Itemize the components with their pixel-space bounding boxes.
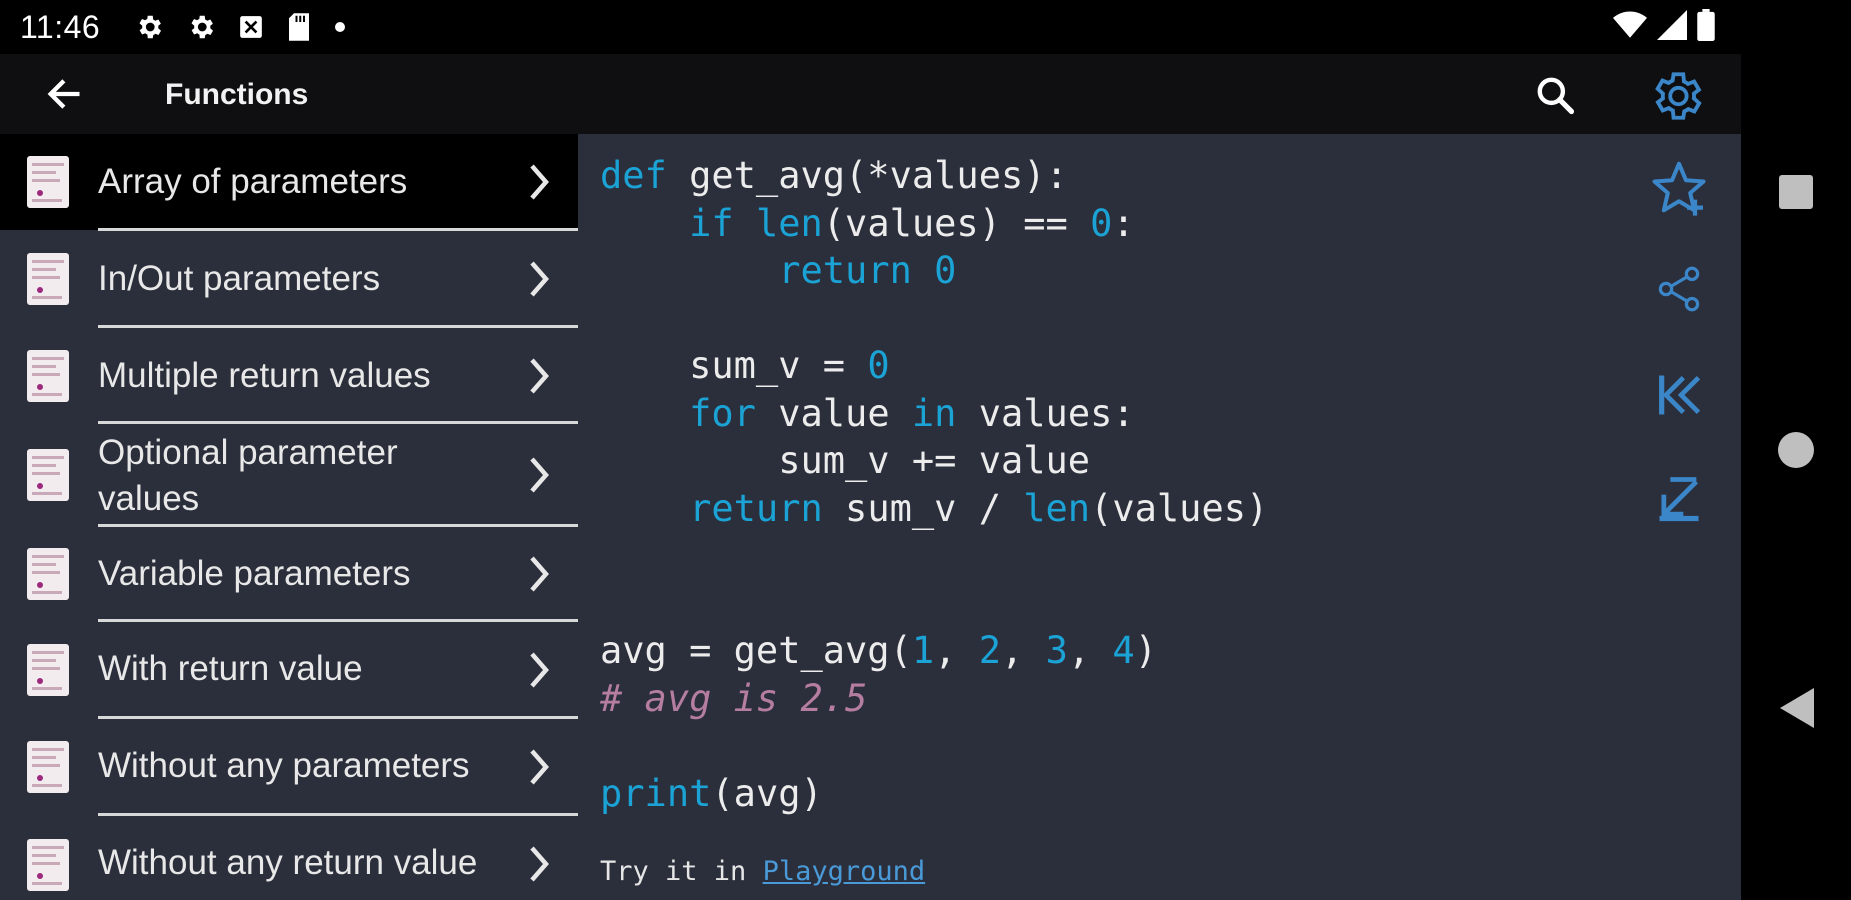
code-file-icon <box>27 156 69 208</box>
circle-icon <box>1778 432 1814 468</box>
status-time: 11:46 <box>20 8 101 45</box>
gear-icon <box>134 12 164 42</box>
code-file-icon <box>27 548 69 600</box>
star-add-icon <box>1652 161 1706 216</box>
back-nav-button[interactable] <box>1741 668 1851 748</box>
chevron-right-icon <box>530 749 549 785</box>
go-first-button[interactable] <box>1640 356 1718 434</box>
list-item-without-any-return-value[interactable]: Without any return value <box>0 816 578 900</box>
list-item-with-return-value[interactable]: With return value <box>0 622 578 718</box>
recents-button[interactable] <box>1741 152 1851 232</box>
list-item-optional-parameter-values[interactable]: Optional parameter values <box>0 424 578 526</box>
gear-icon <box>1655 72 1702 120</box>
list-item-label: Multiple return values <box>98 356 431 395</box>
system-nav-bar <box>1741 0 1851 900</box>
share-button[interactable] <box>1640 250 1718 328</box>
status-bar: 11:46 <box>0 0 1741 54</box>
chevron-right-icon <box>530 164 549 200</box>
list-item-label: In/Out parameters <box>98 259 381 298</box>
code-file-icon <box>27 839 69 891</box>
favorite-button[interactable] <box>1640 150 1718 228</box>
list-item-variable-parameters[interactable]: Variable parameters <box>0 527 578 621</box>
chevron-right-icon <box>530 261 549 297</box>
sd-card-icon <box>286 12 312 42</box>
list-item-without-any-parameters[interactable]: Without any parameters <box>0 719 578 815</box>
chevron-right-icon <box>530 457 549 493</box>
dot-icon <box>334 21 346 33</box>
topic-list: Array of parameters In/Out parameters Mu… <box>0 134 578 900</box>
code-file-icon <box>27 253 69 305</box>
notification-icons <box>134 12 346 42</box>
app-bar: Functions <box>0 54 1741 134</box>
skip-first-icon <box>1659 375 1701 415</box>
wifi-icon <box>1613 10 1647 45</box>
settings-button[interactable] <box>1645 66 1707 126</box>
skip-last-icon <box>1659 477 1699 522</box>
system-status-icons <box>1613 0 1715 54</box>
square-icon <box>1779 175 1813 209</box>
list-item-label: Variable parameters <box>98 554 411 593</box>
code-file-icon <box>27 644 69 696</box>
box-icon <box>238 14 264 40</box>
share-icon <box>1658 266 1700 312</box>
code-file-icon <box>27 741 69 793</box>
list-item-label: Optional parameter values <box>98 433 398 518</box>
arrow-left-icon <box>47 79 80 109</box>
chevron-right-icon <box>530 358 549 394</box>
search-icon <box>1537 77 1575 115</box>
list-item-multiple-return-values[interactable]: Multiple return values <box>0 328 578 424</box>
gear-icon <box>186 12 216 42</box>
list-item-in-out-parameters[interactable]: In/Out parameters <box>0 231 578 327</box>
code-file-icon <box>27 449 69 501</box>
chevron-right-icon <box>530 652 549 688</box>
back-button[interactable] <box>40 74 88 114</box>
page-title: Functions <box>165 78 309 111</box>
list-item-label: With return value <box>98 649 363 688</box>
playground-link[interactable]: Playground <box>763 856 926 887</box>
search-button[interactable] <box>1530 72 1580 118</box>
code-viewer: def get_avg(*values): if len(values) == … <box>578 134 1741 900</box>
go-last-button[interactable] <box>1640 460 1718 538</box>
code-block: def get_avg(*values): if len(values) == … <box>600 154 1269 815</box>
code-file-icon <box>27 350 69 402</box>
list-item-label: Without any return value <box>98 843 478 882</box>
try-it-line: Try it in Playground <box>600 856 925 887</box>
signal-icon <box>1657 9 1687 45</box>
chevron-right-icon <box>530 556 549 592</box>
home-button[interactable] <box>1741 410 1851 490</box>
list-item-array-of-parameters[interactable]: Array of parameters <box>0 134 578 230</box>
triangle-back-icon <box>1780 688 1814 728</box>
try-it-prefix: Try it in <box>600 856 763 887</box>
chevron-right-icon <box>530 846 549 882</box>
list-item-label: Without any parameters <box>98 746 470 785</box>
battery-icon <box>1697 8 1715 46</box>
list-item-label: Array of parameters <box>98 162 408 201</box>
